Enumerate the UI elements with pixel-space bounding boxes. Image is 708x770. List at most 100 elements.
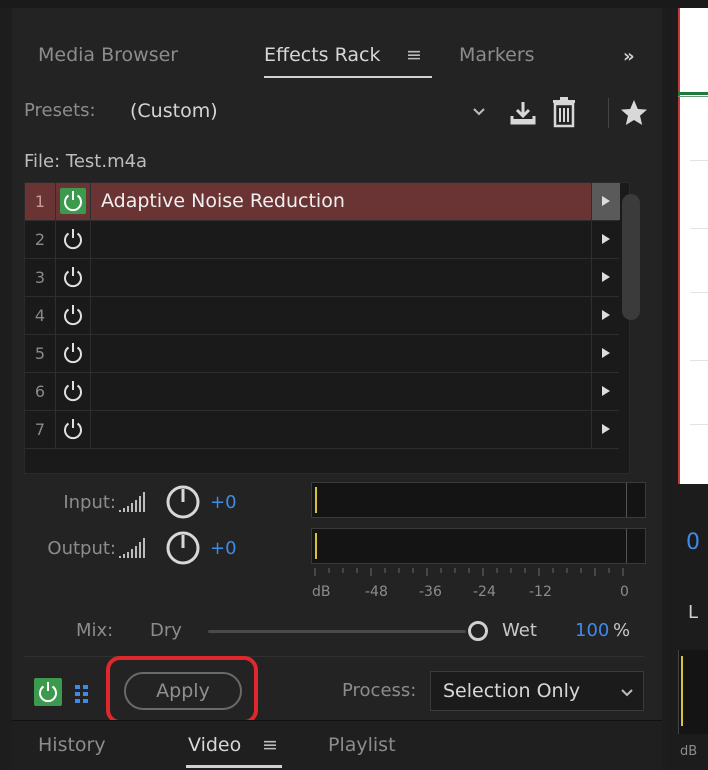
output-gain-value[interactable]: +0: [210, 538, 237, 559]
play-triangle-icon: [602, 310, 610, 320]
effect-slot-number: 4: [34, 306, 46, 325]
tab-markers[interactable]: Markers: [459, 44, 535, 66]
scale-label-36: -36: [419, 584, 442, 600]
presets-label: Presets:: [24, 100, 96, 121]
effect-row-7[interactable]: 7: [25, 411, 619, 449]
effects-rack-panel: Media Browser Effects Rack ≡ Markers » P…: [12, 8, 662, 769]
play-triangle-icon: [602, 234, 610, 244]
effect-expand-button[interactable]: [591, 297, 620, 334]
mix-label: Mix:: [76, 620, 114, 641]
process-dropdown[interactable]: Selection Only: [430, 671, 644, 711]
scale-label-24: -24: [473, 584, 496, 600]
effect-row-5[interactable]: 5: [25, 335, 619, 373]
mix-slider-handle[interactable]: [468, 621, 488, 641]
waveform-grid-line: [690, 292, 708, 293]
effect-expand-button[interactable]: [591, 221, 620, 258]
effects-list-view-icon[interactable]: [72, 680, 98, 706]
power-icon: [64, 381, 82, 402]
mix-unit: %: [613, 620, 631, 641]
meter-scale-ticks: [314, 568, 624, 576]
presets-dropdown[interactable]: (Custom): [118, 94, 500, 130]
effect-name: Adaptive Noise Reduction: [101, 190, 345, 212]
scale-label-0: 0: [620, 584, 629, 600]
input-peak-line: [626, 483, 627, 517]
scale-label-db: dB: [312, 584, 331, 600]
presets-value: (Custom): [130, 100, 218, 122]
annotation-highlight: [106, 656, 258, 724]
waveform-grid-line: [690, 228, 708, 229]
effect-power-toggle[interactable]: [55, 221, 91, 258]
output-gain-knob[interactable]: [164, 529, 202, 567]
effect-slot-number: 6: [34, 382, 46, 401]
effect-row-6[interactable]: 6: [25, 373, 619, 411]
play-triangle-icon: [602, 272, 610, 282]
output-level-meter: [311, 528, 646, 564]
tab-menu-icon[interactable]: ≡: [262, 734, 278, 756]
power-icon: [39, 682, 57, 703]
overflow-chevron-icon[interactable]: »: [623, 46, 635, 67]
favorite-star-icon[interactable]: [619, 98, 649, 128]
panel-tabs: Media Browser Effects Rack ≡ Markers »: [12, 8, 662, 88]
mix-slider-track[interactable]: [208, 630, 466, 633]
power-icon: [64, 419, 82, 440]
scale-label-48: -48: [365, 584, 388, 600]
tab-media-browser[interactable]: Media Browser: [38, 44, 178, 66]
input-level-meter: [311, 482, 646, 518]
effect-row-1[interactable]: 1 Adaptive Noise Reduction: [25, 183, 620, 221]
effect-expand-button[interactable]: [591, 411, 620, 448]
output-peak-line: [626, 529, 627, 563]
levels-tab[interactable]: L: [688, 602, 698, 623]
power-icon: [60, 188, 86, 214]
input-label: Input:: [63, 492, 116, 513]
tab-history[interactable]: History: [38, 734, 106, 756]
effect-slot-number: 3: [34, 268, 46, 287]
waveform-grid-line: [690, 424, 708, 425]
play-triangle-icon: [602, 348, 610, 358]
mix-value[interactable]: 100: [575, 620, 609, 641]
effect-power-toggle[interactable]: [55, 259, 91, 296]
process-value: Selection Only: [443, 680, 581, 702]
signal-level-icon: [119, 492, 145, 512]
tab-video[interactable]: Video: [188, 734, 241, 756]
effects-list-scrollbar[interactable]: [622, 194, 640, 320]
save-preset-icon[interactable]: [508, 98, 538, 128]
tab-playlist[interactable]: Playlist: [328, 734, 396, 756]
effect-slot-number: 1: [34, 192, 46, 211]
waveform-view[interactable]: [678, 8, 708, 484]
mix-dry-label: Dry: [150, 620, 182, 641]
effect-power-toggle[interactable]: [55, 411, 91, 448]
effect-power-toggle[interactable]: [55, 183, 91, 220]
effect-power-toggle[interactable]: [55, 373, 91, 410]
tab-effects-rack[interactable]: Effects Rack: [264, 44, 381, 66]
effect-row-2[interactable]: 2: [25, 221, 619, 259]
output-level-tick: [315, 533, 317, 559]
input-gain-value[interactable]: +0: [210, 492, 237, 513]
effect-slot-number: 5: [34, 344, 46, 363]
process-label: Process:: [342, 680, 417, 701]
active-tab-underline: [264, 76, 432, 78]
effect-expand-button[interactable]: [591, 335, 620, 372]
effect-expand-button[interactable]: [591, 259, 620, 296]
waveform-grid-line: [690, 160, 708, 161]
top-strip: [0, 0, 708, 8]
effect-power-toggle[interactable]: [55, 335, 91, 372]
effect-row-3[interactable]: 3: [25, 259, 619, 297]
waveform-trace: [678, 96, 708, 97]
effect-expand-button[interactable]: [591, 183, 620, 220]
effect-slot-number: 7: [34, 420, 46, 439]
play-triangle-icon: [602, 196, 610, 206]
play-triangle-icon: [602, 424, 610, 434]
active-tab-underline: [186, 765, 282, 768]
output-label: Output:: [47, 538, 116, 559]
power-icon: [64, 343, 82, 364]
rack-power-toggle[interactable]: [34, 678, 62, 706]
tab-menu-icon[interactable]: ≡: [406, 44, 422, 66]
delete-preset-icon[interactable]: [550, 96, 578, 128]
time-readout: 0: [686, 530, 700, 555]
effect-power-toggle[interactable]: [55, 297, 91, 334]
input-gain-knob[interactable]: [164, 483, 202, 521]
effect-expand-button[interactable]: [591, 373, 620, 410]
effect-row-4[interactable]: 4: [25, 297, 619, 335]
signal-level-icon: [119, 538, 145, 558]
chevron-down-icon: [473, 108, 485, 116]
